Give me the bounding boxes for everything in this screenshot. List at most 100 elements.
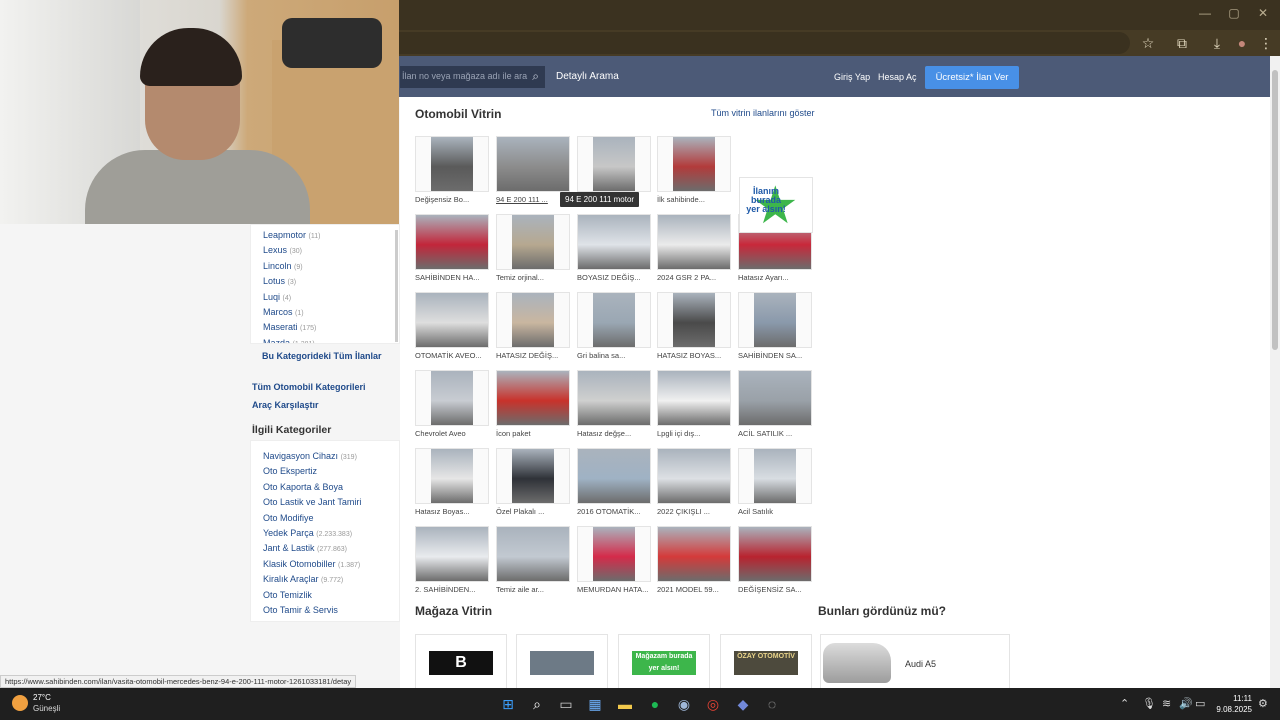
vitrin-thumbnail[interactable]	[738, 526, 812, 582]
brand-item[interactable]: Mazda (1.281)	[263, 338, 315, 343]
vitrin-caption[interactable]: 2022 ÇIKIŞLI ...	[657, 507, 737, 516]
detailed-search-link[interactable]: Detaylı Arama	[556, 71, 619, 82]
related-category-item[interactable]: Oto Lastik ve Jant Tamiri	[263, 497, 361, 507]
vitrin-thumbnail[interactable]	[738, 292, 812, 348]
address-bar[interactable]	[380, 32, 1130, 54]
related-category-item[interactable]: Navigasyon Cihazı (319)	[263, 451, 357, 461]
vitrin-caption[interactable]: 2024 GSR 2 PA...	[657, 273, 737, 282]
related-category-item[interactable]: Yedek Parça (2.233.383)	[263, 528, 352, 538]
vitrin-thumbnail[interactable]	[415, 214, 489, 270]
related-category-item[interactable]: Kiralık Araçlar (9.772)	[263, 574, 343, 584]
vitrin-thumbnail[interactable]	[577, 292, 651, 348]
store-card[interactable]: ÖZAY OTOMOTİV	[720, 634, 812, 688]
notification-icon[interactable]: ⚙	[1258, 697, 1268, 710]
spotify-icon[interactable]: ●	[645, 694, 665, 714]
show-all-vitrin-link[interactable]: Tüm vitrin ilanlarını göster	[711, 108, 815, 118]
page-scrollbar[interactable]	[1270, 56, 1280, 688]
all-in-category-link[interactable]: Bu Kategorideki Tüm İlanlar	[262, 351, 382, 361]
vitrin-thumbnail[interactable]	[657, 136, 731, 192]
search-icon[interactable]: ⌕	[532, 69, 539, 84]
vitrin-caption[interactable]: İcon paket	[496, 429, 576, 438]
vitrin-thumbnail[interactable]	[496, 448, 570, 504]
vitrin-thumbnail[interactable]	[496, 526, 570, 582]
vitrin-caption[interactable]: MEMURDAN HATA...	[577, 585, 657, 594]
vitrin-thumbnail[interactable]	[657, 526, 731, 582]
clock[interactable]: 11:11 9.08.2025	[1212, 693, 1252, 715]
minimize-button[interactable]: —	[1190, 6, 1220, 20]
vitrin-thumbnail[interactable]	[577, 214, 651, 270]
tray-chevron-icon[interactable]: ⌃	[1120, 697, 1129, 710]
page-scrollbar-thumb[interactable]	[1272, 70, 1278, 350]
app-icon[interactable]: ◌	[762, 694, 782, 714]
vitrin-thumbnail[interactable]	[577, 370, 651, 426]
related-category-item[interactable]: Oto Temizlik	[263, 590, 312, 600]
vitrin-caption[interactable]: Temiz orjinal...	[496, 273, 576, 282]
post-ad-button[interactable]: Ücretsiz* İlan Ver	[925, 66, 1019, 89]
vitrin-thumbnail[interactable]	[496, 214, 570, 270]
all-categories-link[interactable]: Tüm Otomobil Kategorileri	[252, 382, 366, 392]
brand-item[interactable]: Lexus (30)	[263, 245, 302, 255]
vitrin-caption[interactable]: Özel Plakalı ...	[496, 507, 576, 516]
microphone-icon[interactable]: 🎙	[1142, 697, 1156, 710]
taskbar-search-icon[interactable]: ⌕	[527, 694, 547, 714]
store-card[interactable]: Mağazam burada yer alsın!	[618, 634, 710, 688]
battery-icon[interactable]: ▭	[1195, 697, 1205, 710]
vitrin-caption[interactable]: İlk sahibinde...	[657, 195, 737, 204]
related-category-item[interactable]: Oto Kaporta & Boya	[263, 482, 343, 492]
vitrin-thumbnail[interactable]	[415, 526, 489, 582]
vitrin-caption[interactable]: Hatasız Boyas...	[415, 507, 495, 516]
related-category-item[interactable]: Oto Ekspertiz	[263, 466, 317, 476]
vitrin-caption[interactable]: ACİL SATILIK ...	[738, 429, 818, 438]
vitrin-caption[interactable]: SAHİBİNDEN HA...	[415, 273, 495, 282]
vitrin-thumbnail[interactable]	[496, 136, 570, 192]
vitrin-caption[interactable]: 2021 MODEL 59...	[657, 585, 737, 594]
browser-menu-icon[interactable]: ⋮	[1256, 33, 1276, 53]
login-link[interactable]: Giriş Yap	[834, 72, 870, 82]
maximize-button[interactable]: ▢	[1219, 6, 1249, 20]
start-icon[interactable]: ⊞	[498, 694, 518, 714]
vitrin-caption[interactable]: Hatasız değşe...	[577, 429, 657, 438]
chrome-icon[interactable]: ◎	[703, 694, 723, 714]
brand-list-scrollbar[interactable]	[395, 230, 398, 342]
related-category-item[interactable]: Klasik Otomobiller (1.387)	[263, 559, 360, 569]
download-icon[interactable]: ⤓	[1207, 33, 1227, 53]
volume-icon[interactable]: 🔊	[1179, 697, 1193, 710]
vitrin-thumbnail[interactable]	[415, 370, 489, 426]
vitrin-caption[interactable]: 2016 OTOMATİK...	[577, 507, 657, 516]
compare-link[interactable]: Araç Karşılaştır	[252, 400, 319, 410]
vitrin-thumbnail[interactable]	[496, 370, 570, 426]
vitrin-thumbnail[interactable]	[657, 448, 731, 504]
store-app-icon[interactable]: ▦	[585, 694, 605, 714]
vitrin-caption[interactable]: Değişensiz Bo...	[415, 195, 495, 204]
related-category-item[interactable]: Oto Modifiye	[263, 513, 314, 523]
profile-avatar-icon[interactable]: ●	[1232, 33, 1252, 53]
vitrin-thumbnail[interactable]	[415, 448, 489, 504]
vitrin-thumbnail[interactable]	[657, 214, 731, 270]
seen-item-card[interactable]: Audi A5	[820, 634, 1010, 688]
vitrin-caption[interactable]: Temiz aile ar...	[496, 585, 576, 594]
close-button[interactable]: ✕	[1248, 6, 1278, 20]
extensions-icon[interactable]: ⧉	[1172, 33, 1192, 53]
vitrin-thumbnail[interactable]	[496, 292, 570, 348]
brand-list[interactable]: Leapmotor (11) Lexus (30) Lincoln (9) Lotus…	[250, 224, 400, 344]
brand-item[interactable]: Lincoln (9)	[263, 261, 303, 271]
vitrin-caption[interactable]: 2. SAHİBİNDEN...	[415, 585, 495, 594]
vitrin-thumbnail[interactable]	[415, 136, 489, 192]
vitrin-caption[interactable]: HATASIZ DEĞİŞ...	[496, 351, 576, 360]
wifi-icon[interactable]: ≋	[1162, 697, 1171, 710]
vitrin-caption[interactable]: Gri balina sa...	[577, 351, 657, 360]
bookmark-star-icon[interactable]: ☆	[1138, 33, 1158, 53]
vitrin-caption[interactable]: Hatasız Ayarı...	[738, 273, 818, 282]
brand-item[interactable]: Marcos (1)	[263, 307, 304, 317]
vitrin-caption[interactable]: SAHİBİNDEN SA...	[738, 351, 818, 360]
brand-item[interactable]: Maserati (175)	[263, 322, 316, 332]
vitrin-thumbnail[interactable]	[577, 448, 651, 504]
vitrin-caption[interactable]: Chevrolet Aveo	[415, 429, 495, 438]
promo-badge[interactable]: ★ İlanım burada yer alsın!	[739, 177, 813, 234]
vitrin-thumbnail[interactable]	[738, 448, 812, 504]
file-explorer-icon[interactable]: ▬	[615, 694, 635, 714]
vitrin-caption[interactable]: DEĞİŞENSİZ SA...	[738, 585, 818, 594]
task-view-icon[interactable]: ▭	[556, 694, 576, 714]
vitrin-thumbnail[interactable]	[415, 292, 489, 348]
vitrin-thumbnail[interactable]	[577, 526, 651, 582]
